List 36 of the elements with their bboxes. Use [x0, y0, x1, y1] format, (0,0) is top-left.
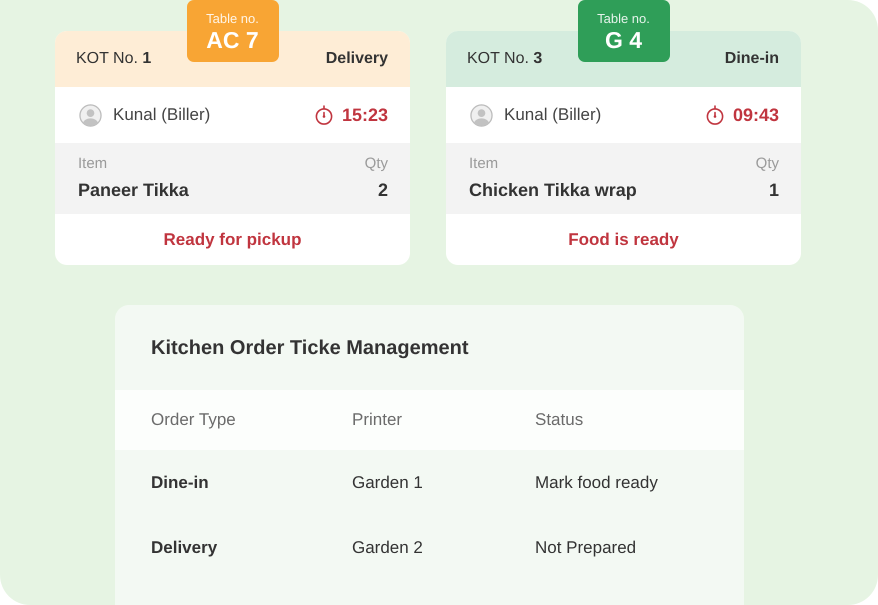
person-icon — [470, 104, 493, 126]
table-cell: Garden 1 — [352, 472, 423, 492]
table-cell: Delivery — [151, 538, 218, 558]
order-type: Delivery — [326, 50, 388, 68]
column-header: Status — [535, 410, 584, 430]
timer-icon — [706, 105, 724, 125]
column-header: Order Type — [151, 410, 236, 430]
kot-number: KOT No. 3 — [467, 50, 542, 68]
biller-name: Kunal (Biller) — [113, 105, 210, 125]
timer-text: 09:43 — [732, 104, 779, 126]
status-text: Ready for pickup — [164, 230, 302, 250]
biller-name: Kunal (Biller) — [504, 105, 602, 125]
table-cell: Garden 2 — [352, 538, 423, 558]
table-label: Table no. — [206, 10, 259, 26]
item-name: Paneer Tikka — [78, 179, 189, 201]
table-cell: Not Prepared — [535, 538, 636, 558]
qty-heading: Qty — [364, 154, 388, 173]
table-label: Table no. — [597, 10, 650, 26]
column-header: Printer — [352, 410, 402, 430]
timer-text: 15:23 — [342, 104, 388, 126]
status-text: Food is ready — [568, 230, 679, 250]
table-cell: Dine-in — [151, 472, 209, 492]
kot-number: KOT No. 1 — [76, 50, 152, 68]
qty-heading: Qty — [756, 154, 779, 173]
table-cell: Mark food ready — [535, 472, 658, 492]
timer-icon — [314, 105, 333, 125]
item-qty: 1 — [768, 179, 779, 201]
panel-title: Kitchen Order Ticke Management — [151, 337, 468, 360]
person-icon — [79, 104, 102, 126]
item-heading: Item — [78, 154, 108, 173]
order-type: Dine-in — [724, 50, 779, 68]
item-name: Chicken Tikka wrap — [469, 179, 637, 201]
table-number: G 4 — [604, 26, 642, 54]
item-heading: Item — [469, 154, 498, 173]
table-number: AC 7 — [206, 26, 259, 54]
item-qty: 2 — [378, 179, 388, 201]
